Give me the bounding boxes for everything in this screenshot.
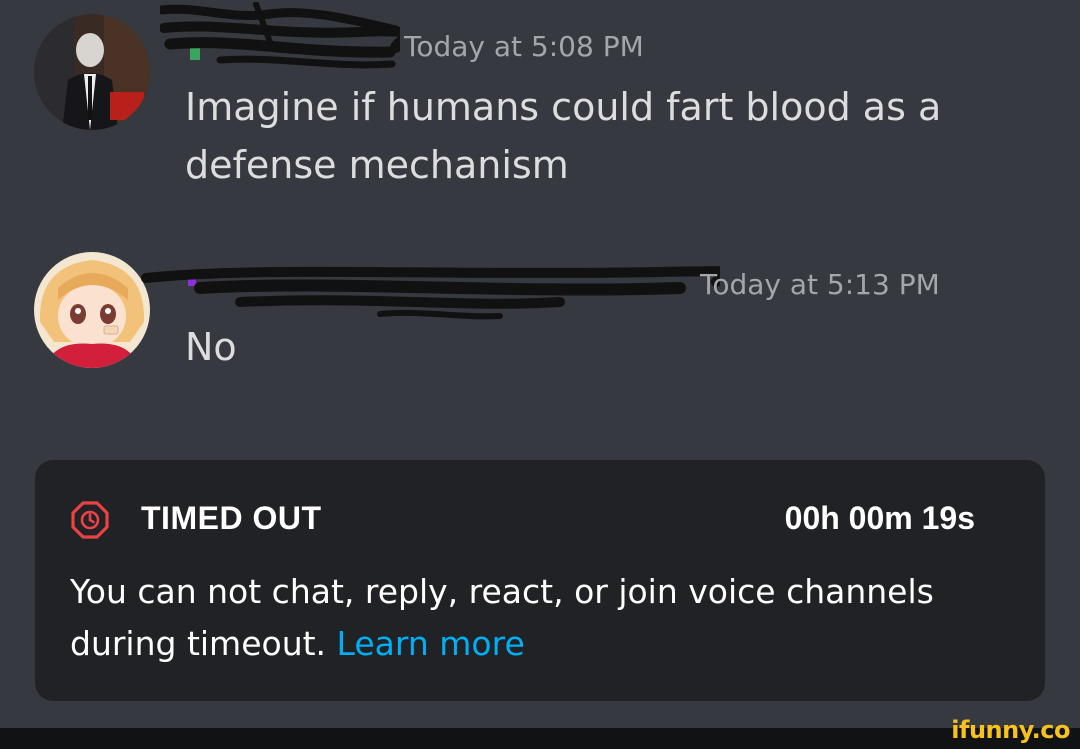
redaction-scribble (160, 2, 400, 69)
message-item: Today at 5:08 PM Imagine if humans could… (0, 0, 1080, 220)
redaction-scribble (141, 266, 720, 320)
user-avatar[interactable] (34, 252, 150, 368)
bottom-strip (0, 728, 1080, 749)
timeout-notice: TIMED OUT 00h 00m 19s You can not chat, … (35, 460, 1045, 701)
message-item: Today at 5:13 PM No (0, 240, 1080, 390)
timeout-countdown: 00h 00m 19s (784, 500, 975, 536)
avatar-image-icon (34, 14, 150, 130)
avatar-image-icon (34, 252, 150, 368)
message-timestamp: Today at 5:08 PM (404, 30, 644, 63)
timeout-description: You can not chat, reply, react, or join … (70, 566, 1000, 670)
learn-more-link[interactable]: Learn more (337, 624, 525, 663)
username-redacted[interactable] (140, 258, 720, 320)
user-avatar[interactable] (34, 14, 150, 130)
username-redacted[interactable] (160, 2, 400, 69)
message-text: Imagine if humans could fart blood as a … (185, 85, 942, 187)
watermark-logo: ifunny.co (951, 716, 1070, 744)
stop-octagon-icon (71, 501, 109, 539)
message-text: No (185, 325, 237, 369)
message-timestamp: Today at 5:13 PM (700, 268, 940, 301)
chat-view: Today at 5:08 PM Imagine if humans could… (0, 0, 1080, 749)
timeout-title: TIMED OUT (141, 500, 322, 536)
